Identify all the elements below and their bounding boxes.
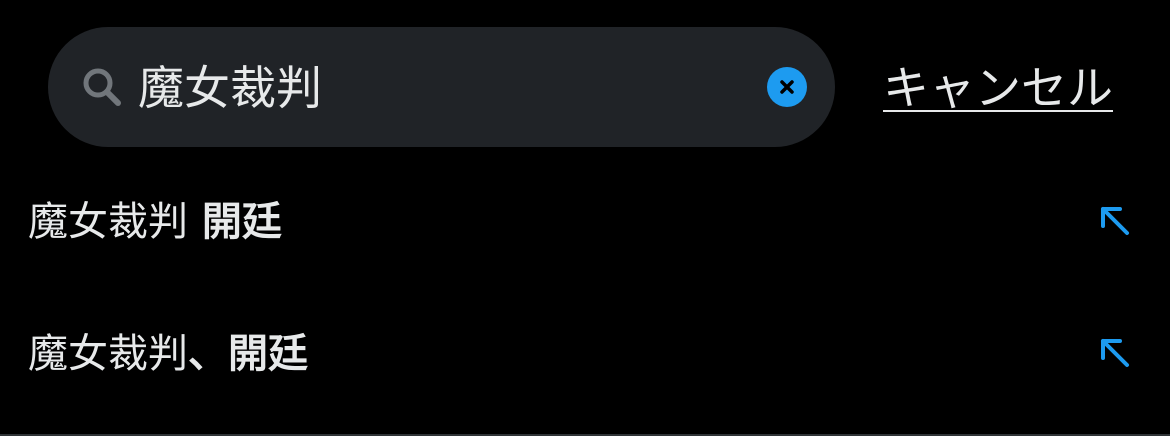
suggestion-match-text: 魔女裁判 xyxy=(28,199,188,245)
search-icon xyxy=(80,65,124,109)
suggestion-label: 魔女裁判、開廷 xyxy=(28,324,308,384)
cancel-button[interactable]: キャンセル xyxy=(883,56,1113,120)
suggestion-completion-text: 開廷 xyxy=(188,199,282,245)
arrow-up-left-icon[interactable] xyxy=(1094,332,1134,372)
search-suggestion[interactable]: 魔女裁判 開廷 xyxy=(0,156,1170,286)
arrow-up-left-icon[interactable] xyxy=(1094,200,1134,240)
clear-search-button[interactable] xyxy=(767,67,807,107)
search-input[interactable]: 魔女裁判 xyxy=(138,56,738,120)
suggestion-completion-text: 、開廷 xyxy=(188,331,308,377)
search-suggestion[interactable]: 魔女裁判、開廷 xyxy=(0,288,1170,418)
suggestion-match-text: 魔女裁判 xyxy=(28,331,188,377)
close-icon xyxy=(780,80,794,94)
suggestion-label: 魔女裁判 開廷 xyxy=(28,192,282,252)
